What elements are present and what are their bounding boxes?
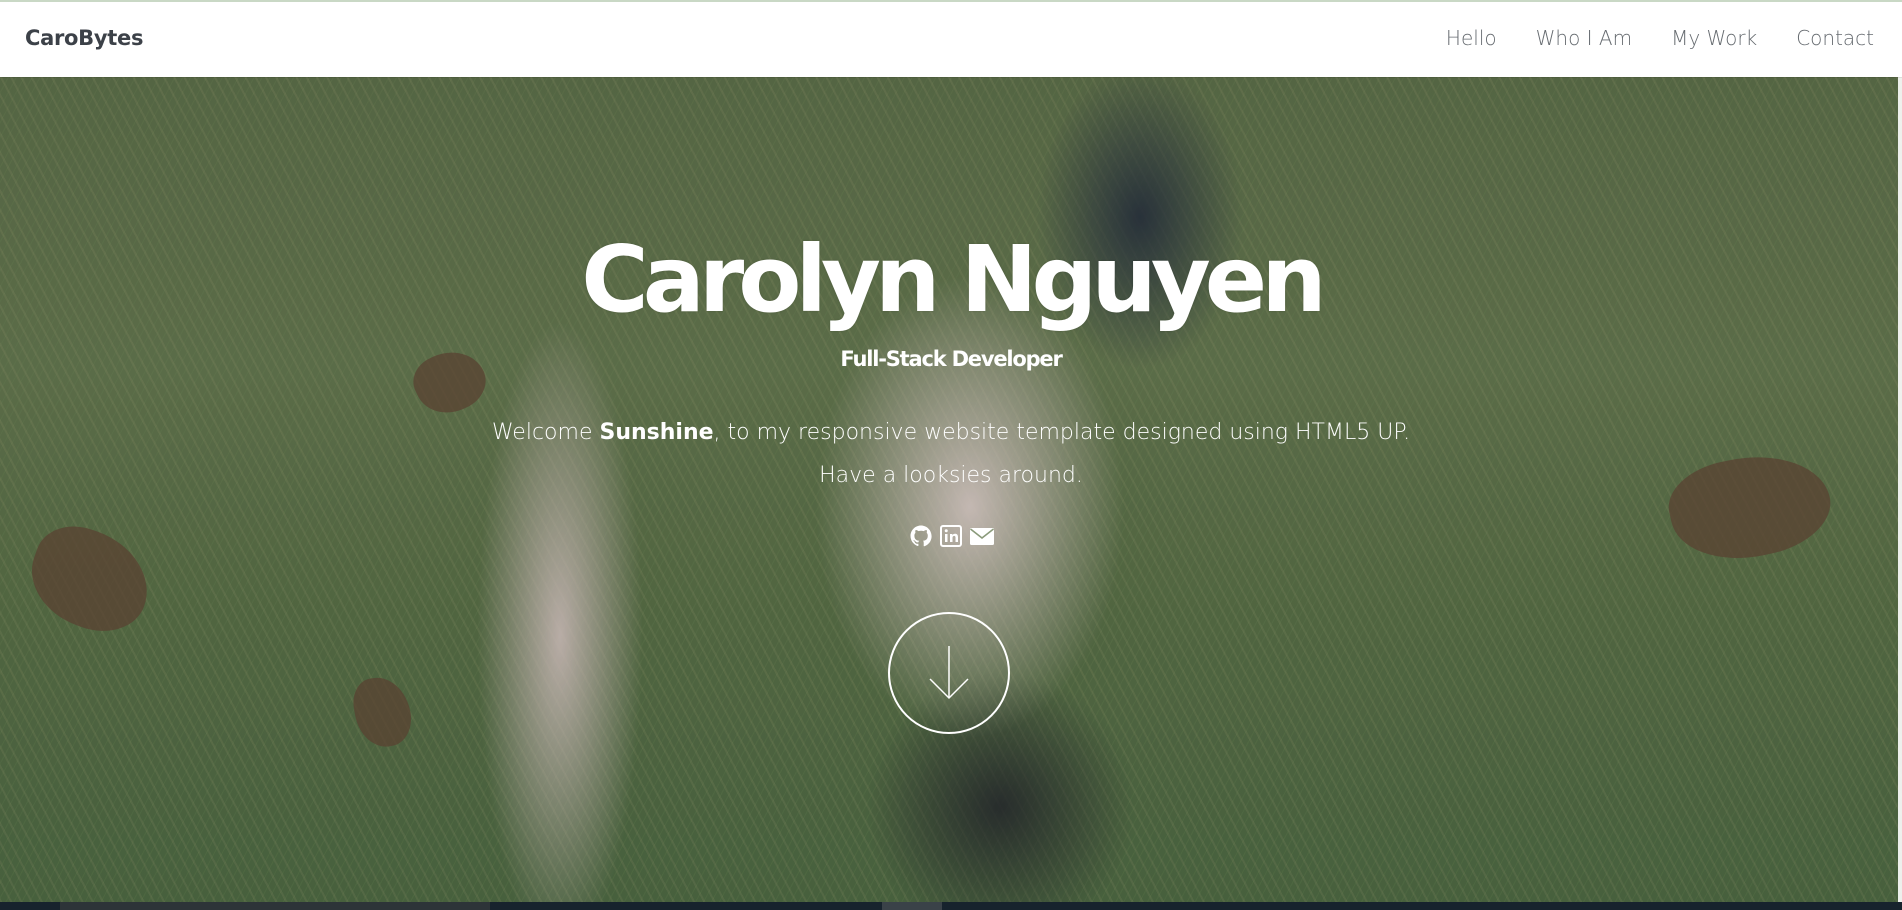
nav-link-my-work[interactable]: My Work xyxy=(1671,26,1757,50)
hero-title: Carolyn Nguyen xyxy=(581,226,1326,333)
right-edge-gap xyxy=(1898,77,1902,902)
arrow-down-icon xyxy=(929,646,969,700)
nav-link-who-i-am[interactable]: Who I Am xyxy=(1536,26,1632,50)
welcome-suffix: , to my responsive website template desi… xyxy=(713,420,1411,445)
scroll-down-button[interactable] xyxy=(888,612,1010,734)
nav-links: Hello Who I Am My Work Contact xyxy=(1407,26,1874,50)
hero-section: Carolyn Nguyen Full-Stack Developer Welc… xyxy=(0,77,1902,902)
nav-link-contact[interactable]: Contact xyxy=(1796,26,1874,50)
hero-subtitle: Full-Stack Developer xyxy=(840,347,1062,371)
page: CaroBytes Hello Who I Am My Work Contact… xyxy=(0,0,1902,910)
navbar: CaroBytes Hello Who I Am My Work Contact xyxy=(0,2,1902,77)
next-section-tile xyxy=(882,902,942,910)
welcome-line-2: Have a looksies around. xyxy=(819,463,1083,488)
social-links xyxy=(0,524,1902,548)
welcome-name: Sunshine xyxy=(599,420,714,445)
next-section-tile xyxy=(60,902,490,910)
welcome-prefix: Welcome xyxy=(491,420,600,445)
linkedin-icon[interactable] xyxy=(939,524,963,548)
nav-link-hello[interactable]: Hello xyxy=(1446,26,1497,50)
brand-logo[interactable]: CaroBytes xyxy=(25,26,143,50)
github-icon[interactable] xyxy=(909,524,933,548)
envelope-icon[interactable] xyxy=(969,524,994,548)
hero-welcome-text: Welcome Sunshine, to my responsive websi… xyxy=(0,411,1902,497)
